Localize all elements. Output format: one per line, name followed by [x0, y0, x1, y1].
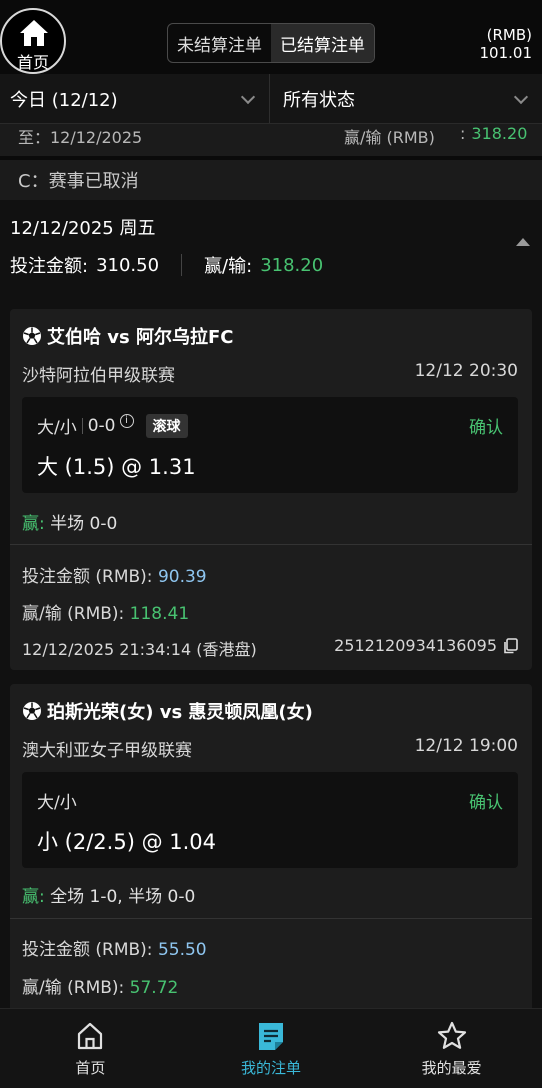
date-filter-value: 今日 (12/12): [10, 89, 118, 111]
match-teams: 艾伯哈 vs 阿尔乌拉FC: [47, 327, 234, 348]
result-win-label: 赢:: [22, 514, 45, 534]
nav-item-home[interactable]: 首页: [0, 1009, 181, 1088]
nav-item-label: 我的注单: [241, 1059, 302, 1077]
tab-unsettled[interactable]: 未结算注单: [168, 24, 271, 62]
league-name: 澳大利亚女子甲级联赛: [22, 741, 192, 761]
day-stake-value: 310.50: [96, 254, 160, 276]
result-score: 全场 1-0, 半场 0-0: [44, 887, 196, 907]
chevron-down-icon: [240, 89, 256, 105]
market-line: 大/小: [37, 788, 77, 813]
bet-selection: 小 (2/2.5) @ 1.04: [37, 830, 217, 854]
home-button-label: 首页: [16, 53, 49, 72]
bet-reference: 2512120934136095: [334, 636, 518, 655]
status-filter-dropdown[interactable]: 所有状态: [269, 74, 542, 123]
market-line: 大/小 0-0 i 滚球: [37, 413, 188, 438]
bet-slip-icon: [259, 1023, 283, 1050]
top-bar: 首页 未结算注单 已结算注单 (RMB) 101.01: [0, 0, 542, 74]
bet-status: 确认: [469, 793, 503, 813]
league-name: 沙特阿拉伯甲级联赛: [22, 366, 175, 386]
period-summary: 至：12/12/2025 赢/输 (RMB) :318.20: [0, 124, 542, 156]
result-score: 半场 0-0: [44, 514, 118, 534]
winloss-value: 57.72: [129, 978, 179, 998]
divider: [181, 254, 183, 276]
result-win-label: 赢:: [22, 887, 45, 907]
stake-label: 投注金额 (RMB):: [22, 940, 153, 960]
star-icon: [437, 1021, 466, 1049]
bet-card: 艾伯哈 vs 阿尔乌拉FC 沙特阿拉伯甲级联赛 12/12 20:30 大/小 …: [10, 309, 532, 670]
bet-timestamp: 12/12/2025 21:34:14 (香港盘): [22, 640, 257, 659]
winloss-label: 赢/输 (RMB):: [22, 978, 125, 998]
day-stake-label: 投注金额:: [10, 256, 89, 277]
period-winloss-value: 318.20: [471, 124, 528, 143]
balance-display: (RMB) 101.01: [480, 26, 533, 62]
bet-detail: 大/小 0-0 i 滚球 确认 大 (1.5) @ 1.31: [22, 397, 518, 493]
period-winloss-label: 赢/输 (RMB): [344, 128, 435, 147]
match-title: 艾伯哈 vs 阿尔乌拉FC: [22, 323, 234, 349]
day-winloss-label: 赢/输:: [204, 256, 253, 277]
divider: [10, 544, 532, 545]
bet-selection: 大 (1.5) @ 1.31: [37, 455, 196, 479]
home-icon: [20, 20, 48, 46]
stake-value: 90.39: [157, 567, 207, 587]
stake-row: 投注金额 (RMB): 90.39: [22, 562, 207, 587]
nav-item-label: 首页: [75, 1059, 106, 1077]
status-filter-value: 所有状态: [283, 89, 355, 111]
market-name: 大/小: [37, 793, 77, 813]
balance-value: 101.01: [479, 44, 533, 62]
winloss-label: 赢/输 (RMB):: [22, 604, 125, 624]
day-summary[interactable]: 12/12/2025 周五 投注金额: 310.50 赢/输: 318.20: [0, 200, 542, 290]
copy-icon[interactable]: [503, 637, 518, 654]
info-icon[interactable]: i: [119, 413, 134, 428]
bet-detail: 大/小 确认 小 (2/2.5) @ 1.04: [22, 772, 518, 868]
period-winloss: :318.20: [460, 124, 527, 143]
bet-card: 珀斯光荣(女) vs 惠灵顿凤凰(女) 澳大利亚女子甲级联赛 12/12 19:…: [10, 684, 532, 1014]
cancel-legend: C：赛事已取消: [0, 160, 542, 200]
live-score: 0-0: [87, 415, 116, 436]
period-end-date: 至：12/12/2025: [18, 128, 143, 147]
filter-bar: 今日 (12/12) 所有状态: [0, 74, 542, 124]
chevron-down-icon: [513, 89, 529, 105]
tab-settled[interactable]: 已结算注单: [271, 24, 374, 62]
date-filter-dropdown[interactable]: 今日 (12/12): [0, 74, 269, 123]
kickoff-time: 12/12 20:30: [414, 361, 518, 381]
day-winloss-value: 318.20: [260, 254, 324, 276]
period-winloss-colon: :: [460, 124, 466, 143]
day-summary-totals: 投注金额: 310.50 赢/输: 318.20: [10, 252, 323, 278]
nav-item-label: 我的最爱: [421, 1059, 482, 1077]
divider: [10, 918, 532, 919]
home-button[interactable]: 首页: [0, 8, 66, 74]
bet-result: 赢: 全场 1-0, 半场 0-0: [22, 882, 195, 907]
winloss-value: 118.41: [129, 604, 190, 624]
stake-value: 55.50: [157, 940, 207, 960]
nav-item-favorites[interactable]: 我的最爱: [361, 1009, 542, 1088]
market-name: 大/小: [37, 418, 77, 438]
stake-row: 投注金额 (RMB): 55.50: [22, 935, 207, 960]
day-summary-date: 12/12/2025 周五: [10, 218, 156, 239]
home-icon: [78, 1022, 103, 1050]
collapse-caret-icon[interactable]: [516, 238, 530, 246]
settlement-tabs: 未结算注单 已结算注单: [167, 23, 375, 63]
divider: [81, 417, 83, 434]
kickoff-time: 12/12 19:00: [414, 736, 518, 756]
match-teams: 珀斯光荣(女) vs 惠灵顿凤凰(女): [47, 702, 313, 723]
bet-result: 赢: 半场 0-0: [22, 509, 117, 534]
bottom-nav: 首页 我的注单 我的最爱: [0, 1008, 542, 1088]
match-title: 珀斯光荣(女) vs 惠灵顿凤凰(女): [22, 698, 313, 724]
bet-status: 确认: [469, 418, 503, 438]
bet-reference-number: 2512120934136095: [334, 636, 497, 655]
nav-item-my-bets[interactable]: 我的注单: [181, 1009, 362, 1088]
winloss-row: 赢/输 (RMB): 57.72: [22, 973, 178, 998]
winloss-row: 赢/输 (RMB): 118.41: [22, 599, 189, 624]
soccer-ball-icon: [23, 327, 41, 345]
live-badge: 滚球: [145, 413, 188, 438]
balance-currency: (RMB): [486, 26, 532, 44]
soccer-ball-icon: [23, 702, 41, 720]
stake-label: 投注金额 (RMB):: [22, 567, 153, 587]
